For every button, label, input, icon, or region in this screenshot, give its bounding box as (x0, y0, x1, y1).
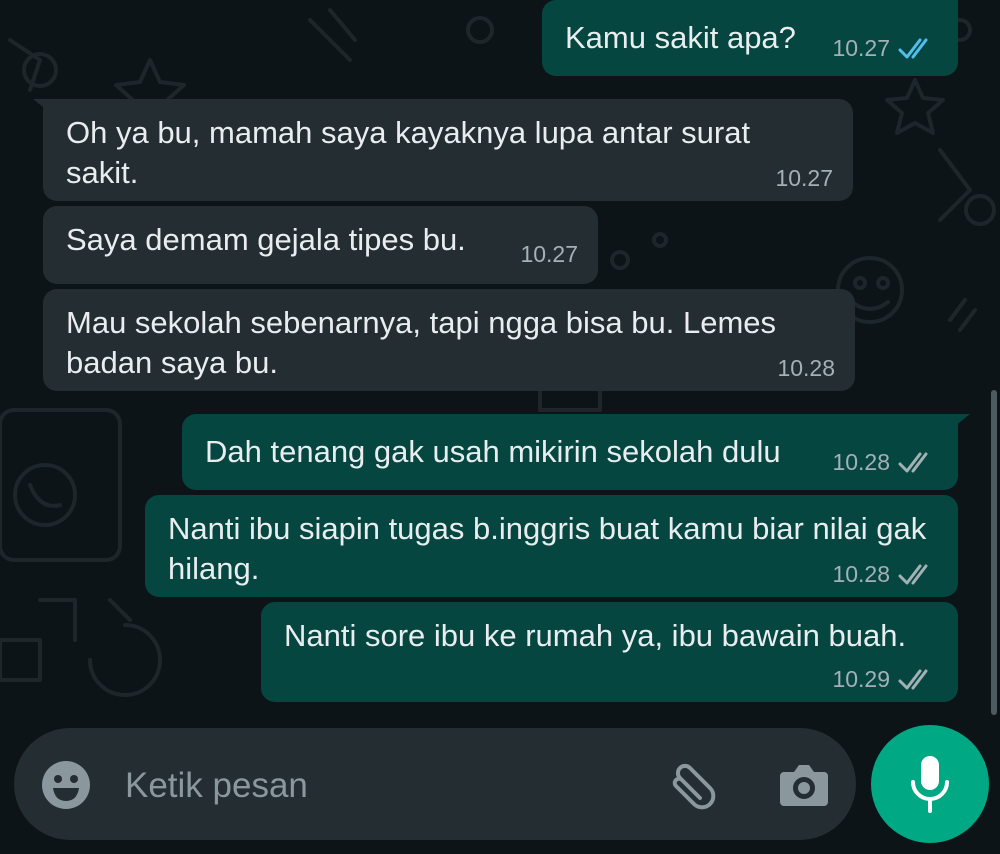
read-receipt-icon (898, 38, 928, 58)
message-meta: 10.28 (832, 561, 938, 588)
message-text: Mau sekolah sebenarnya, tapi ngga bisa b… (66, 305, 777, 380)
message-meta: 10.27 (775, 165, 833, 192)
delivered-receipt-icon (898, 564, 928, 584)
message-input[interactable] (123, 758, 647, 814)
message-bubble-outgoing[interactable]: Nanti sore ibu ke rumah ya, ibu bawain b… (261, 602, 958, 702)
message-time: 10.28 (832, 561, 890, 587)
message-text: Nanti ibu siapin tugas b.inggris buat ka… (168, 511, 927, 586)
chat-scrollbar[interactable] (991, 390, 997, 715)
message-meta: 10.28 (777, 355, 835, 382)
delivered-receipt-icon (898, 452, 928, 472)
message-time: 10.28 (832, 449, 890, 475)
message-bubble-incoming[interactable]: Saya demam gejala tipes bu. 10.27 (43, 206, 598, 284)
message-bubble-outgoing[interactable]: Nanti ibu siapin tugas b.inggris buat ka… (145, 495, 958, 597)
bubble-tail (33, 99, 53, 115)
message-meta: 10.29 (832, 666, 938, 693)
message-bubble-incoming[interactable]: Oh ya bu, mamah saya kayaknya lupa antar… (33, 99, 853, 201)
message-time: 10.29 (832, 666, 890, 692)
message-composer (14, 728, 856, 840)
message-text: Dah tenang gak usah mikirin sekolah dulu (205, 434, 781, 469)
emoji-icon[interactable] (40, 759, 92, 811)
message-meta: 10.28 (832, 449, 938, 476)
microphone-icon (911, 756, 949, 813)
microphone-button[interactable] (871, 725, 989, 843)
message-time: 10.27 (775, 165, 833, 191)
message-meta: 10.27 (832, 35, 938, 62)
camera-icon[interactable] (778, 762, 830, 808)
message-text: Saya demam gejala tipes bu. (66, 222, 466, 257)
message-bubble-incoming[interactable]: Mau sekolah sebenarnya, tapi ngga bisa b… (43, 289, 855, 391)
message-bubble-outgoing[interactable]: Kamu sakit apa? 10.27 (542, 0, 958, 76)
message-time: 10.27 (832, 35, 890, 61)
message-bubble-outgoing[interactable]: Dah tenang gak usah mikirin sekolah dulu… (182, 414, 970, 490)
bubble-tail (950, 414, 970, 430)
message-text: Oh ya bu, mamah saya kayaknya lupa antar… (66, 115, 751, 190)
message-time: 10.27 (520, 241, 578, 267)
delivered-receipt-icon (898, 669, 928, 689)
message-text: Nanti sore ibu ke rumah ya, ibu bawain b… (284, 618, 907, 653)
message-time: 10.28 (777, 355, 835, 381)
paperclip-icon[interactable] (662, 758, 720, 816)
message-meta: 10.27 (520, 241, 578, 268)
